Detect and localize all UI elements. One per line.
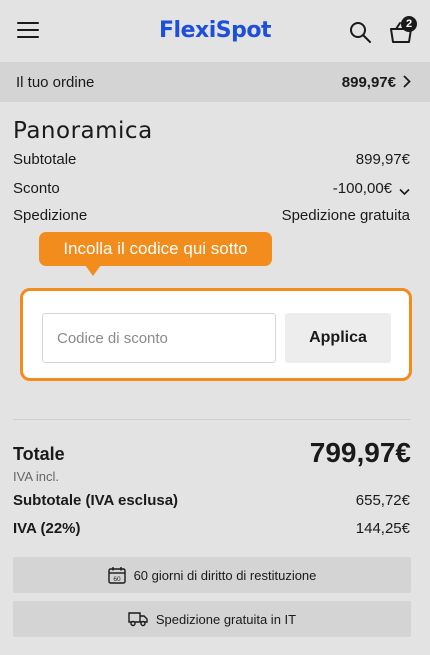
returns-text: 60 giorni di diritto di restituzione xyxy=(133,567,317,583)
shipping-row: Spedizione Spedizione gratuita xyxy=(13,207,410,229)
apply-coupon-button[interactable]: Applica xyxy=(285,313,391,363)
overview-title: Panoramica xyxy=(13,118,153,144)
net-subtotal-value: 655,72€ xyxy=(355,492,410,509)
total-value: 799,97€ xyxy=(309,437,411,468)
vat-label: IVA (22%) xyxy=(13,520,81,537)
shipping-info: Spedizione gratuita in IT xyxy=(13,601,411,637)
shipping-value: Spedizione gratuita xyxy=(281,207,410,224)
net-subtotal-row: Subtotale (IVA esclusa) 655,72€ xyxy=(13,492,410,514)
total-label: Totale xyxy=(13,444,65,464)
header: FlexiSpot 2 xyxy=(0,0,430,62)
order-label: Il tuo ordine xyxy=(16,74,95,91)
tooltip-arrow xyxy=(85,265,101,276)
search-icon[interactable] xyxy=(348,20,372,44)
order-summary-bar[interactable]: Il tuo ordine 899,97€ xyxy=(0,62,430,102)
divider xyxy=(13,419,410,420)
vat-value: 144,25€ xyxy=(355,520,410,537)
shipping-info-text: Spedizione gratuita in IT xyxy=(155,611,297,627)
discount-label: Sconto xyxy=(13,180,60,197)
subtotal-label: Subtotale xyxy=(13,151,77,168)
net-subtotal-label: Subtotale (IVA esclusa) xyxy=(13,492,179,509)
svg-text:60: 60 xyxy=(113,576,121,583)
cart-count-badge: 2 xyxy=(401,16,417,32)
discount-value: -100,00€ xyxy=(332,180,392,197)
subtotal-row: Subtotale 899,97€ xyxy=(13,151,410,173)
coupon-tooltip: Incolla il codice qui sotto xyxy=(39,232,272,266)
vat-included-note: IVA incl. xyxy=(13,469,60,484)
coupon-box: Applica xyxy=(20,288,412,381)
order-value: 899,97€ xyxy=(341,74,396,91)
subtotal-value: 899,97€ xyxy=(355,151,410,168)
chevron-right-icon xyxy=(403,75,411,91)
discount-row[interactable]: Sconto -100,00€ xyxy=(13,180,410,202)
shipping-label: Spedizione xyxy=(13,207,88,224)
chevron-down-icon[interactable] xyxy=(399,183,410,200)
vat-row: IVA (22%) 144,25€ xyxy=(13,520,410,542)
returns-info: 60 60 giorni di diritto di restituzione xyxy=(13,557,411,593)
coupon-code-input[interactable] xyxy=(42,313,276,363)
calendar-icon: 60 xyxy=(107,567,126,584)
truck-icon xyxy=(128,612,148,627)
